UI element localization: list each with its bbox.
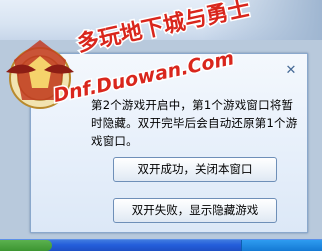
close-icon: ✕	[285, 62, 297, 78]
fail-show-hidden-button[interactable]: 双开失败，显示隐藏游戏	[113, 198, 277, 223]
desktop-shade	[202, 0, 322, 40]
dual-open-dialog: ✕ 第2个游戏开启中，第1个游戏窗口将暂时隐藏。双开完毕后会自动还原第1个游戏窗…	[30, 53, 308, 233]
start-button[interactable]	[0, 240, 52, 251]
taskbar	[0, 239, 322, 251]
system-tray	[241, 240, 322, 251]
dialog-message: 第2个游戏开启中，第1个游戏窗口将暂时隐藏。双开完毕后会自动还原第1个游戏窗口。	[91, 98, 298, 148]
success-close-button[interactable]: 双开成功，关闭本窗口	[113, 157, 277, 182]
close-button[interactable]: ✕	[283, 62, 299, 78]
desktop-background	[0, 0, 322, 40]
